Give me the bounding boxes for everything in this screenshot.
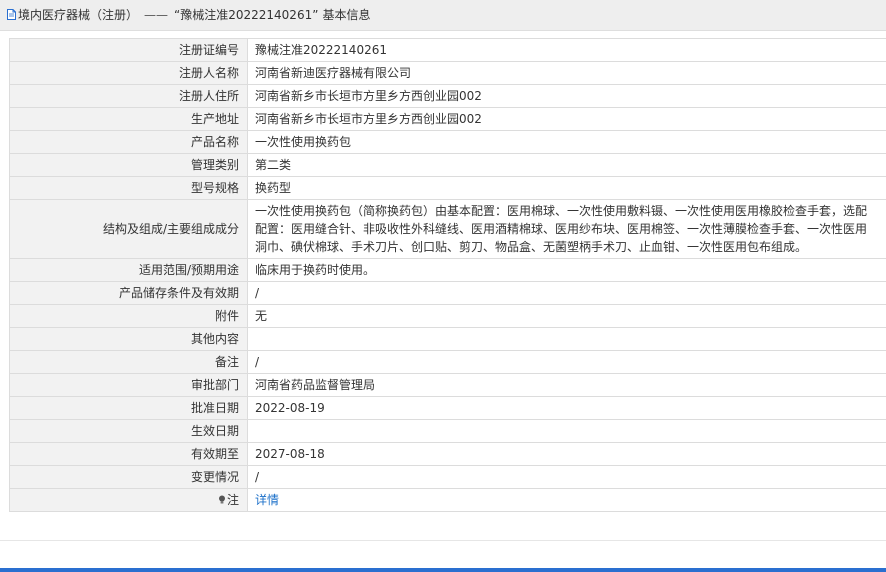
header-separator: —— <box>144 8 169 22</box>
row-value-registrant-name: 河南省新迪医疗器械有限公司 <box>247 61 886 85</box>
row-value-approval-dept: 河南省药品监督管理局 <box>247 373 886 397</box>
row-label-model-spec: 型号规格 <box>9 176 248 200</box>
row-label-approval-dept: 审批部门 <box>9 373 248 397</box>
row-value-valid-until: 2027-08-18 <box>247 442 886 466</box>
row-value-structure: 一次性使用换药包（简称换药包）由基本配置：医用棉球、一次性使用敷料镊、一次性使用… <box>247 199 886 259</box>
row-label-note: 注 <box>9 488 248 512</box>
row-label-attachment: 附件 <box>9 304 248 328</box>
row-value-approval-date: 2022-08-19 <box>247 396 886 420</box>
row-label-registrant-name: 注册人名称 <box>9 61 248 85</box>
header-section: 基本信息 <box>322 8 371 22</box>
table-row: 管理类别 第二类 <box>9 153 886 177</box>
detail-table-wrapper: 注册证编号 豫械注准20222140261 注册人名称 河南省新迪医疗器械有限公… <box>9 38 886 512</box>
row-value-note: 详情 <box>247 488 886 512</box>
detail-table: 注册证编号 豫械注准20222140261 注册人名称 河南省新迪医疗器械有限公… <box>9 38 886 512</box>
row-label-valid-until: 有效期至 <box>9 442 248 466</box>
section-divider <box>0 540 886 541</box>
row-label-changes: 变更情况 <box>9 465 248 489</box>
row-label-approval-date: 批准日期 <box>9 396 248 420</box>
table-row: 注 详情 <box>9 488 886 512</box>
row-label-storage: 产品储存条件及有效期 <box>9 281 248 305</box>
table-row: 附件 无 <box>9 304 886 328</box>
details-link[interactable]: 详情 <box>255 493 279 507</box>
row-value-other <box>247 327 886 351</box>
row-value-storage: / <box>247 281 886 305</box>
table-row: 注册人住所 河南省新乡市长垣市方里乡方西创业园002 <box>9 84 886 108</box>
table-row: 适用范围/预期用途 临床用于换药时使用。 <box>9 258 886 282</box>
row-label-registration-no: 注册证编号 <box>9 38 248 62</box>
row-value-production-address: 河南省新乡市长垣市方里乡方西创业园002 <box>247 107 886 131</box>
table-row: 生效日期 <box>9 419 886 443</box>
page-header: 境内医疗器械（注册） —— “豫械注准20222140261” 基本信息 <box>0 0 886 31</box>
table-row: 有效期至 2027-08-18 <box>9 442 886 466</box>
lightbulb-icon <box>218 495 225 504</box>
row-value-model-spec: 换药型 <box>247 176 886 200</box>
header-category: 境内医疗器械（注册） <box>18 8 139 22</box>
row-value-registrant-address: 河南省新乡市长垣市方里乡方西创业园002 <box>247 84 886 108</box>
table-row: 结构及组成/主要组成成分 一次性使用换药包（简称换药包）由基本配置：医用棉球、一… <box>9 199 886 259</box>
table-row: 审批部门 河南省药品监督管理局 <box>9 373 886 397</box>
row-value-intended-use: 临床用于换药时使用。 <box>247 258 886 282</box>
row-value-product-name: 一次性使用换药包 <box>247 130 886 154</box>
row-value-registration-no: 豫械注准20222140261 <box>247 38 886 62</box>
row-label-production-address: 生产地址 <box>9 107 248 131</box>
row-label-product-name: 产品名称 <box>9 130 248 154</box>
row-label-management-class: 管理类别 <box>9 153 248 177</box>
table-row: 批准日期 2022-08-19 <box>9 396 886 420</box>
table-row: 生产地址 河南省新乡市长垣市方里乡方西创业园002 <box>9 107 886 131</box>
table-row: 备注 / <box>9 350 886 374</box>
row-value-effective-date <box>247 419 886 443</box>
table-row: 其他内容 <box>9 327 886 351</box>
document-icon <box>7 9 16 20</box>
header-registration: “豫械注准20222140261” <box>174 8 319 22</box>
table-row: 型号规格 换药型 <box>9 176 886 200</box>
row-label-other: 其他内容 <box>9 327 248 351</box>
row-value-remarks: / <box>247 350 886 374</box>
table-row: 产品储存条件及有效期 / <box>9 281 886 305</box>
row-label-effective-date: 生效日期 <box>9 419 248 443</box>
row-label-structure: 结构及组成/主要组成成分 <box>9 199 248 259</box>
row-label-remarks: 备注 <box>9 350 248 374</box>
row-value-attachment: 无 <box>247 304 886 328</box>
table-row: 变更情况 / <box>9 465 886 489</box>
note-label-text: 注 <box>226 493 239 507</box>
bottom-accent-bar <box>0 568 886 572</box>
row-label-registrant-address: 注册人住所 <box>9 84 248 108</box>
row-value-management-class: 第二类 <box>247 153 886 177</box>
table-row: 注册人名称 河南省新迪医疗器械有限公司 <box>9 61 886 85</box>
table-row: 产品名称 一次性使用换药包 <box>9 130 886 154</box>
header-title: 境内医疗器械（注册） —— “豫械注准20222140261” 基本信息 <box>18 8 370 22</box>
row-value-changes: / <box>247 465 886 489</box>
table-row: 注册证编号 豫械注准20222140261 <box>9 38 886 62</box>
row-label-intended-use: 适用范围/预期用途 <box>9 258 248 282</box>
